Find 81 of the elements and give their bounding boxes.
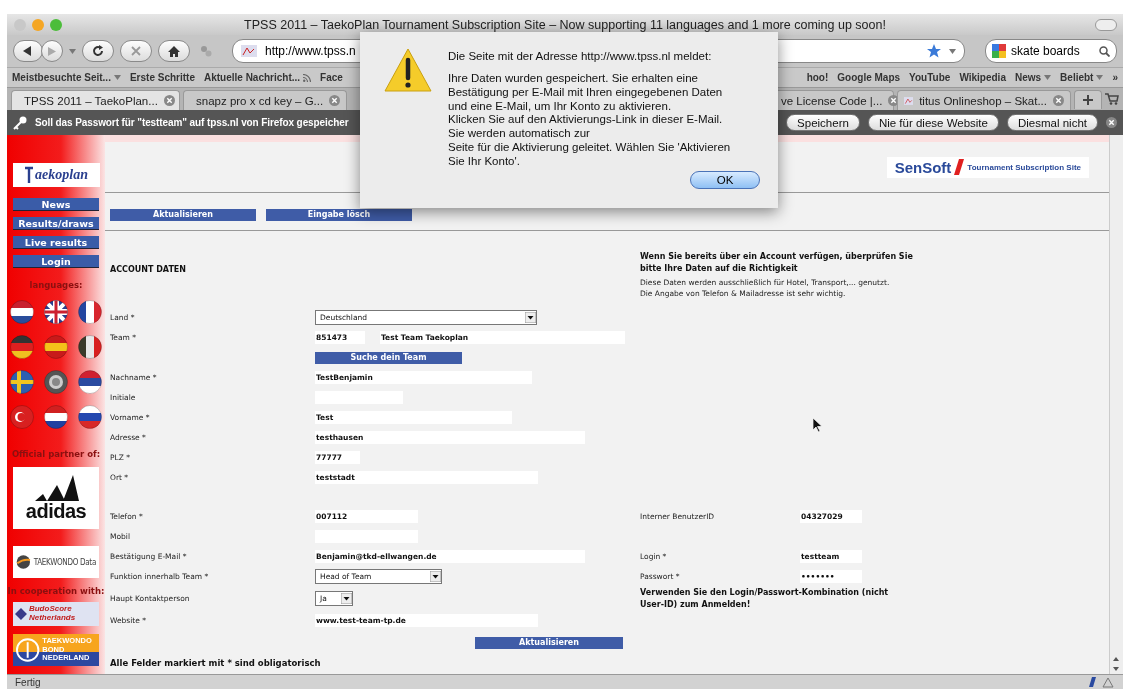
favicon-icon [241,45,257,57]
dialog-message: Ihre Daten wurden gespeichert. Sie erhalten eine Bestätigung per E-Mail mit Ihren eingegebenen Daten und eine E-Mail, um Ihr Konto zu aktivieren. Klicken Sie auf den Aktivierungs-Link in dieser E-Mail. Sie werden automatisch zur Seite für die Aktivierung geleitet. Wählen Sie 'Aktivieren Sie Ihr Konto'. [448,72,732,169]
home-icon [168,45,180,57]
bookmark-link[interactable]: Face [320,72,343,83]
bookmark-link[interactable]: Wikipedia [959,72,1006,83]
partner-logo[interactable]: BudoScore Netherlands [13,602,99,626]
sensoft-logo: SenSoft Tournament Subscription Site [886,156,1089,178]
caret-icon [69,48,76,54]
nav-button[interactable]: Live results [13,236,99,249]
feed-icon [303,73,312,82]
form-button[interactable]: Aktualisieren [110,208,256,221]
reload-button[interactable] [82,40,114,62]
status-text: Fertig [15,676,41,688]
dropdown-arrow-icon [341,593,352,604]
back-arrow-icon [23,46,33,56]
browser-tab[interactable]: titus Onlineshop – Skat... [897,90,1071,110]
key-icon [13,115,27,130]
bookmark-link[interactable]: Beliebt [1060,72,1094,83]
info-heading: Wenn Sie bereits über ein Account verfügen, überprüfen Sie bitte Ihre Daten auf die Richtigkeit [640,251,914,275]
new-tab-button[interactable] [1074,89,1102,109]
browser-tab[interactable]: snapz pro x cd key – G... [183,90,347,110]
stop-icon [131,46,141,56]
browser-tab[interactable]: TPSS 2011 – TaekoPlan... [11,90,180,110]
cart-icon[interactable] [1105,93,1119,105]
bookmark-link[interactable]: » [1112,72,1118,83]
partner-logo[interactable]: TAEKWONDO Data [13,546,99,578]
nav-button[interactable]: Results/draws [13,217,99,230]
password-bar-button[interactable]: Diesmal nicht [1006,114,1098,131]
tab-close-icon[interactable] [1053,95,1064,106]
back-button[interactable] [13,40,43,62]
favicon-icon [904,94,914,107]
password-bar-button[interactable]: Nie für diese Website [867,114,999,131]
search-icon[interactable] [1099,45,1110,57]
forward-arrow-icon [48,46,56,56]
bookmark-link[interactable]: Meistbesuchte Seit... [12,72,111,83]
reload-icon [92,45,104,57]
home-button[interactable] [158,40,190,62]
flag-icon[interactable] [44,300,68,324]
caret-icon [1096,75,1104,80]
bookmark-link[interactable]: YouTube [909,72,951,83]
diamond-icon [15,606,27,622]
ok-button[interactable]: OK [690,171,760,189]
bookmark-link[interactable]: News [1014,72,1042,83]
caret-icon [949,48,956,54]
stripes-icon [33,475,79,501]
bookmark-link[interactable]: Erste Schritte [129,72,195,83]
form-button[interactable]: Eingabe lösch [266,208,412,221]
caret-icon [113,75,121,80]
login-hint-text: Verwenden Sie den Login/Passwort-Kombination (nicht User-ID) zum Anmelden! [640,586,890,611]
tab-close-icon[interactable] [163,95,175,106]
plus-icon [1083,94,1093,105]
toolbar-toggle-button[interactable] [1095,19,1117,31]
emblem-icon [15,637,41,663]
bookmark-link[interactable]: Aktuelle Nachricht... [203,72,301,83]
search-field[interactable]: skate boards [985,39,1117,63]
star-icon[interactable] [927,44,941,58]
window-title: TPSS 2011 – TaekoPlan Tournament Subscription Site – Now supporting 11 languages and 1 more coming up soon! [244,17,886,32]
bookmark-link[interactable]: Google Maps [837,72,901,83]
dropdown-arrow-icon [430,571,441,582]
warning-icon [384,48,432,92]
bookmark-link[interactable]: hoo! [806,72,829,83]
dialog-title: Die Seite mit der Adresse http://www.tpss.nl meldet: [448,50,713,62]
search-engine-icon[interactable] [992,44,1006,58]
search-team-button[interactable]: Suche dein Team [315,351,462,364]
nav-button[interactable]: News [13,198,99,211]
password-prompt-text: Soll das Passwort für "testteam" auf tpss.nl von Firefox gespeicher [35,117,349,128]
partner-logo[interactable]: adidas [13,467,99,529]
tab-close-icon[interactable] [329,95,341,106]
scrollbar[interactable] [1109,135,1123,674]
slash-icon [954,159,965,175]
stop-button[interactable] [120,40,152,62]
password-bar-button[interactable]: Speichern [786,114,860,131]
caret-icon [1044,75,1052,80]
update-button[interactable]: Aktualisieren [475,636,623,649]
site-logo[interactable]: aekoplan [12,163,100,187]
nav-button[interactable]: Login [13,255,99,268]
cursor-icon [813,418,823,433]
dropdown-arrow-icon [525,312,536,323]
close-icon[interactable] [1106,117,1117,128]
required-fields-note: Alle Felder markiert mit * sind obligatorisch [110,657,321,668]
section-title: ACCOUNT DATEN [110,265,187,274]
